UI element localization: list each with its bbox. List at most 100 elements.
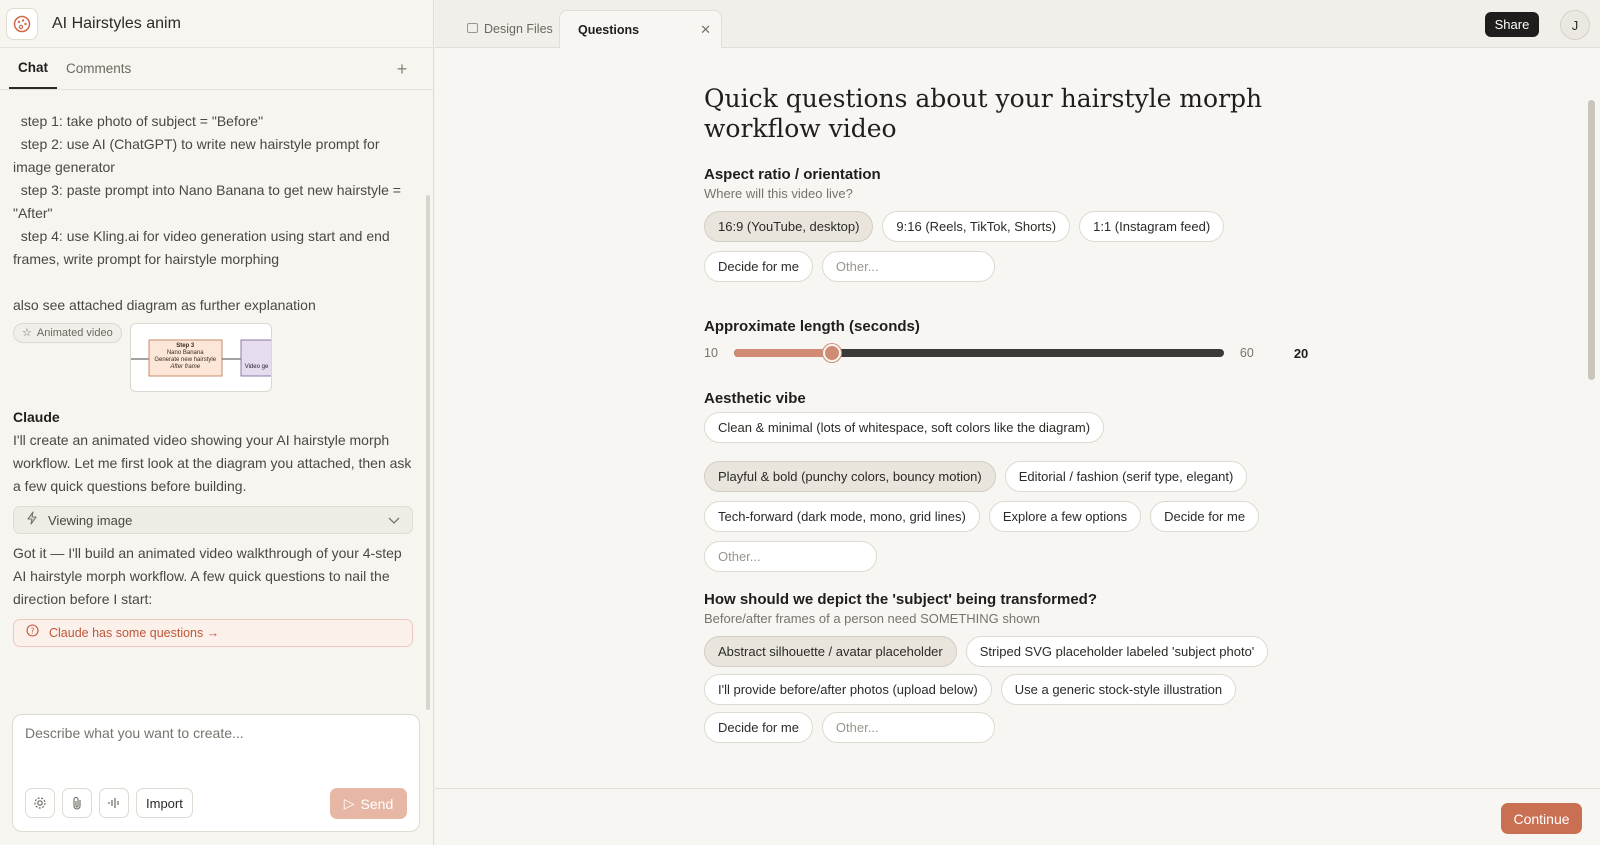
chevron-down-icon	[388, 509, 400, 532]
option-playful-bold[interactable]: Playful & bold (punchy colors, bouncy mo…	[704, 461, 996, 492]
length-slider[interactable]	[733, 344, 1224, 362]
diagram-box-video: Video ge	[244, 364, 269, 370]
composer: Import ▷ Send	[12, 714, 420, 832]
question-aesthetic-vibe: Aesthetic vibe Clean & minimal (lots of …	[704, 390, 1324, 572]
tab-design-files-label: Design Files	[484, 22, 553, 36]
option-group: Abstract silhouette / avatar placeholder…	[704, 636, 1324, 743]
tab-bar: Design Files Questions ✕ Share J	[435, 0, 1600, 48]
option-stock-illustration[interactable]: Use a generic stock-style illustration	[1000, 674, 1237, 705]
slider-handle[interactable]	[822, 344, 841, 362]
voice-waveform-icon[interactable]	[99, 788, 129, 818]
page-title: Quick questions about your hairstyle mor…	[704, 84, 1263, 143]
question-subtitle: Before/after frames of a person need SOM…	[704, 611, 1040, 626]
option-decide-for-me[interactable]: Decide for me	[1150, 501, 1260, 532]
attach-paperclip-icon[interactable]	[62, 788, 92, 818]
option-tech-forward[interactable]: Tech-forward (dark mode, mono, grid line…	[704, 501, 980, 532]
question-title: Approximate length (seconds)	[704, 318, 920, 335]
viewing-image-label: Viewing image	[48, 512, 133, 528]
option-abstract-silhouette[interactable]: Abstract silhouette / avatar placeholder	[704, 636, 957, 667]
slider-value: 20	[1293, 345, 1309, 361]
other-input[interactable]: Other...	[821, 251, 995, 282]
slider-fill	[733, 349, 832, 357]
form-scrollbar[interactable]	[1588, 100, 1595, 380]
option-editorial-fashion[interactable]: Editorial / fashion (serif type, elegant…	[1004, 461, 1248, 492]
tab-questions[interactable]: Questions ✕	[559, 10, 722, 48]
question-title: Aesthetic vibe	[704, 390, 806, 407]
user-message-line: also see attached diagram as further exp…	[13, 297, 316, 313]
option-group: Clean & minimal (lots of whitespace, sof…	[704, 412, 1324, 572]
tab-comments[interactable]: Comments	[57, 48, 140, 89]
palette-icon[interactable]	[6, 7, 38, 40]
chat-panel: AI Hairstyles anim Chat Comments + step …	[0, 0, 434, 845]
question-subtitle: Where will this video live?	[704, 186, 853, 201]
diagram-line: After frame	[170, 364, 201, 370]
assistant-name: Claude	[13, 409, 60, 425]
user-message-line: step 4: use Kling.ai for video generatio…	[13, 228, 394, 267]
chat-transcript: step 1: take photo of subject = "Before"…	[13, 110, 413, 647]
assistant-message: I'll create an animated video showing yo…	[13, 432, 416, 494]
tab-questions-label: Questions	[578, 22, 640, 37]
lightning-icon	[26, 509, 38, 532]
diagram-line: Generate new hairstyle	[154, 357, 217, 363]
option-decide-for-me[interactable]: Decide for me	[704, 251, 813, 282]
option-9-16[interactable]: 9:16 (Reels, TikTok, Shorts)	[882, 211, 1071, 242]
option-provide-photos[interactable]: I'll provide before/after photos (upload…	[704, 674, 992, 705]
diagram-thumbnail[interactable]: Step 3 Nano Banana Generate new hairstyl…	[129, 323, 272, 392]
other-input[interactable]: Other...	[704, 541, 877, 572]
attachments-row: ☆ Animated video Step 3 Nano Banana Gene…	[13, 323, 413, 392]
prompt-input[interactable]	[25, 725, 405, 765]
star-icon: ☆	[22, 326, 32, 339]
tab-chat[interactable]: Chat	[9, 48, 57, 89]
option-explore-few[interactable]: Explore a few options	[988, 501, 1142, 532]
length-slider-row: 10 60 20	[704, 343, 1324, 363]
option-striped-svg[interactable]: Striped SVG placeholder labeled 'subject…	[965, 636, 1269, 667]
close-icon[interactable]: ✕	[700, 22, 711, 38]
option-decide-for-me[interactable]: Decide for me	[704, 712, 813, 743]
question-length: Approximate length (seconds) 10 60 20	[704, 318, 1324, 363]
option-group: 16:9 (YouTube, desktop) 9:16 (Reels, Tik…	[704, 211, 1324, 282]
project-header: AI Hairstyles anim	[0, 0, 433, 48]
option-1-1[interactable]: 1:1 (Instagram feed)	[1079, 211, 1225, 242]
send-button[interactable]: ▷ Send	[330, 788, 407, 819]
import-button[interactable]: Import	[136, 788, 193, 818]
slider-max-label: 60	[1239, 346, 1254, 360]
claude-questions-label: Claude has some questions →	[49, 625, 220, 640]
workspace: Design Files Questions ✕ Share J Quick q…	[435, 0, 1600, 845]
user-message-line: step 3: paste prompt into Nano Banana to…	[13, 182, 405, 221]
claude-questions-link[interactable]: ? Claude has some questions →	[13, 619, 413, 647]
other-input[interactable]: Other...	[821, 712, 995, 743]
settings-icon-button[interactable]	[25, 788, 55, 818]
question-title: Aspect ratio / orientation	[704, 166, 881, 183]
option-16-9[interactable]: 16:9 (YouTube, desktop)	[704, 211, 874, 242]
avatar[interactable]: J	[1560, 10, 1590, 40]
form-header: Quick questions about your hairstyle mor…	[704, 84, 1324, 144]
question-subject-depiction: How should we depict the 'subject' being…	[704, 591, 1324, 743]
option-clean-minimal[interactable]: Clean & minimal (lots of whitespace, sof…	[704, 412, 1105, 443]
form-footer: Continue	[435, 788, 1600, 845]
new-chat-plus-icon[interactable]: +	[391, 58, 413, 80]
chat-scrollbar[interactable]	[426, 195, 430, 710]
user-message-line: step 1: take photo of subject = "Before"	[13, 113, 264, 129]
svg-text:?: ?	[31, 626, 35, 635]
share-button[interactable]: Share	[1485, 12, 1539, 37]
diagram-line: Step 3	[176, 343, 195, 349]
question-circle-icon: ?	[26, 622, 39, 645]
animated-video-chip-label: Animated video	[36, 326, 113, 339]
question-title: How should we depict the 'subject' being…	[704, 591, 1098, 608]
send-label: Send	[360, 795, 394, 812]
question-aspect-ratio: Aspect ratio / orientation Where will th…	[704, 166, 1324, 282]
animated-video-chip[interactable]: ☆ Animated video	[13, 323, 122, 343]
chat-tabs: Chat Comments +	[0, 48, 433, 90]
project-title[interactable]: AI Hairstyles anim	[52, 15, 181, 33]
continue-button[interactable]: Continue	[1501, 803, 1582, 834]
slider-min-label: 10	[704, 346, 718, 360]
user-message-line: step 2: use AI (ChatGPT) to write new ha…	[13, 136, 384, 175]
questions-form: Quick questions about your hairstyle mor…	[435, 48, 1600, 788]
tab-design-files[interactable]: Design Files	[449, 10, 571, 48]
assistant-message: Got it — I'll build an animated video wa…	[13, 545, 405, 607]
diagram-box-step3: Step 3 Nano Banana Generate new hairstyl…	[149, 343, 222, 371]
file-icon	[467, 22, 478, 36]
viewing-image-toggle[interactable]: Viewing image	[13, 506, 413, 534]
send-arrow-icon: ▷	[343, 795, 355, 811]
diagram-line: Nano Banana	[166, 350, 204, 356]
